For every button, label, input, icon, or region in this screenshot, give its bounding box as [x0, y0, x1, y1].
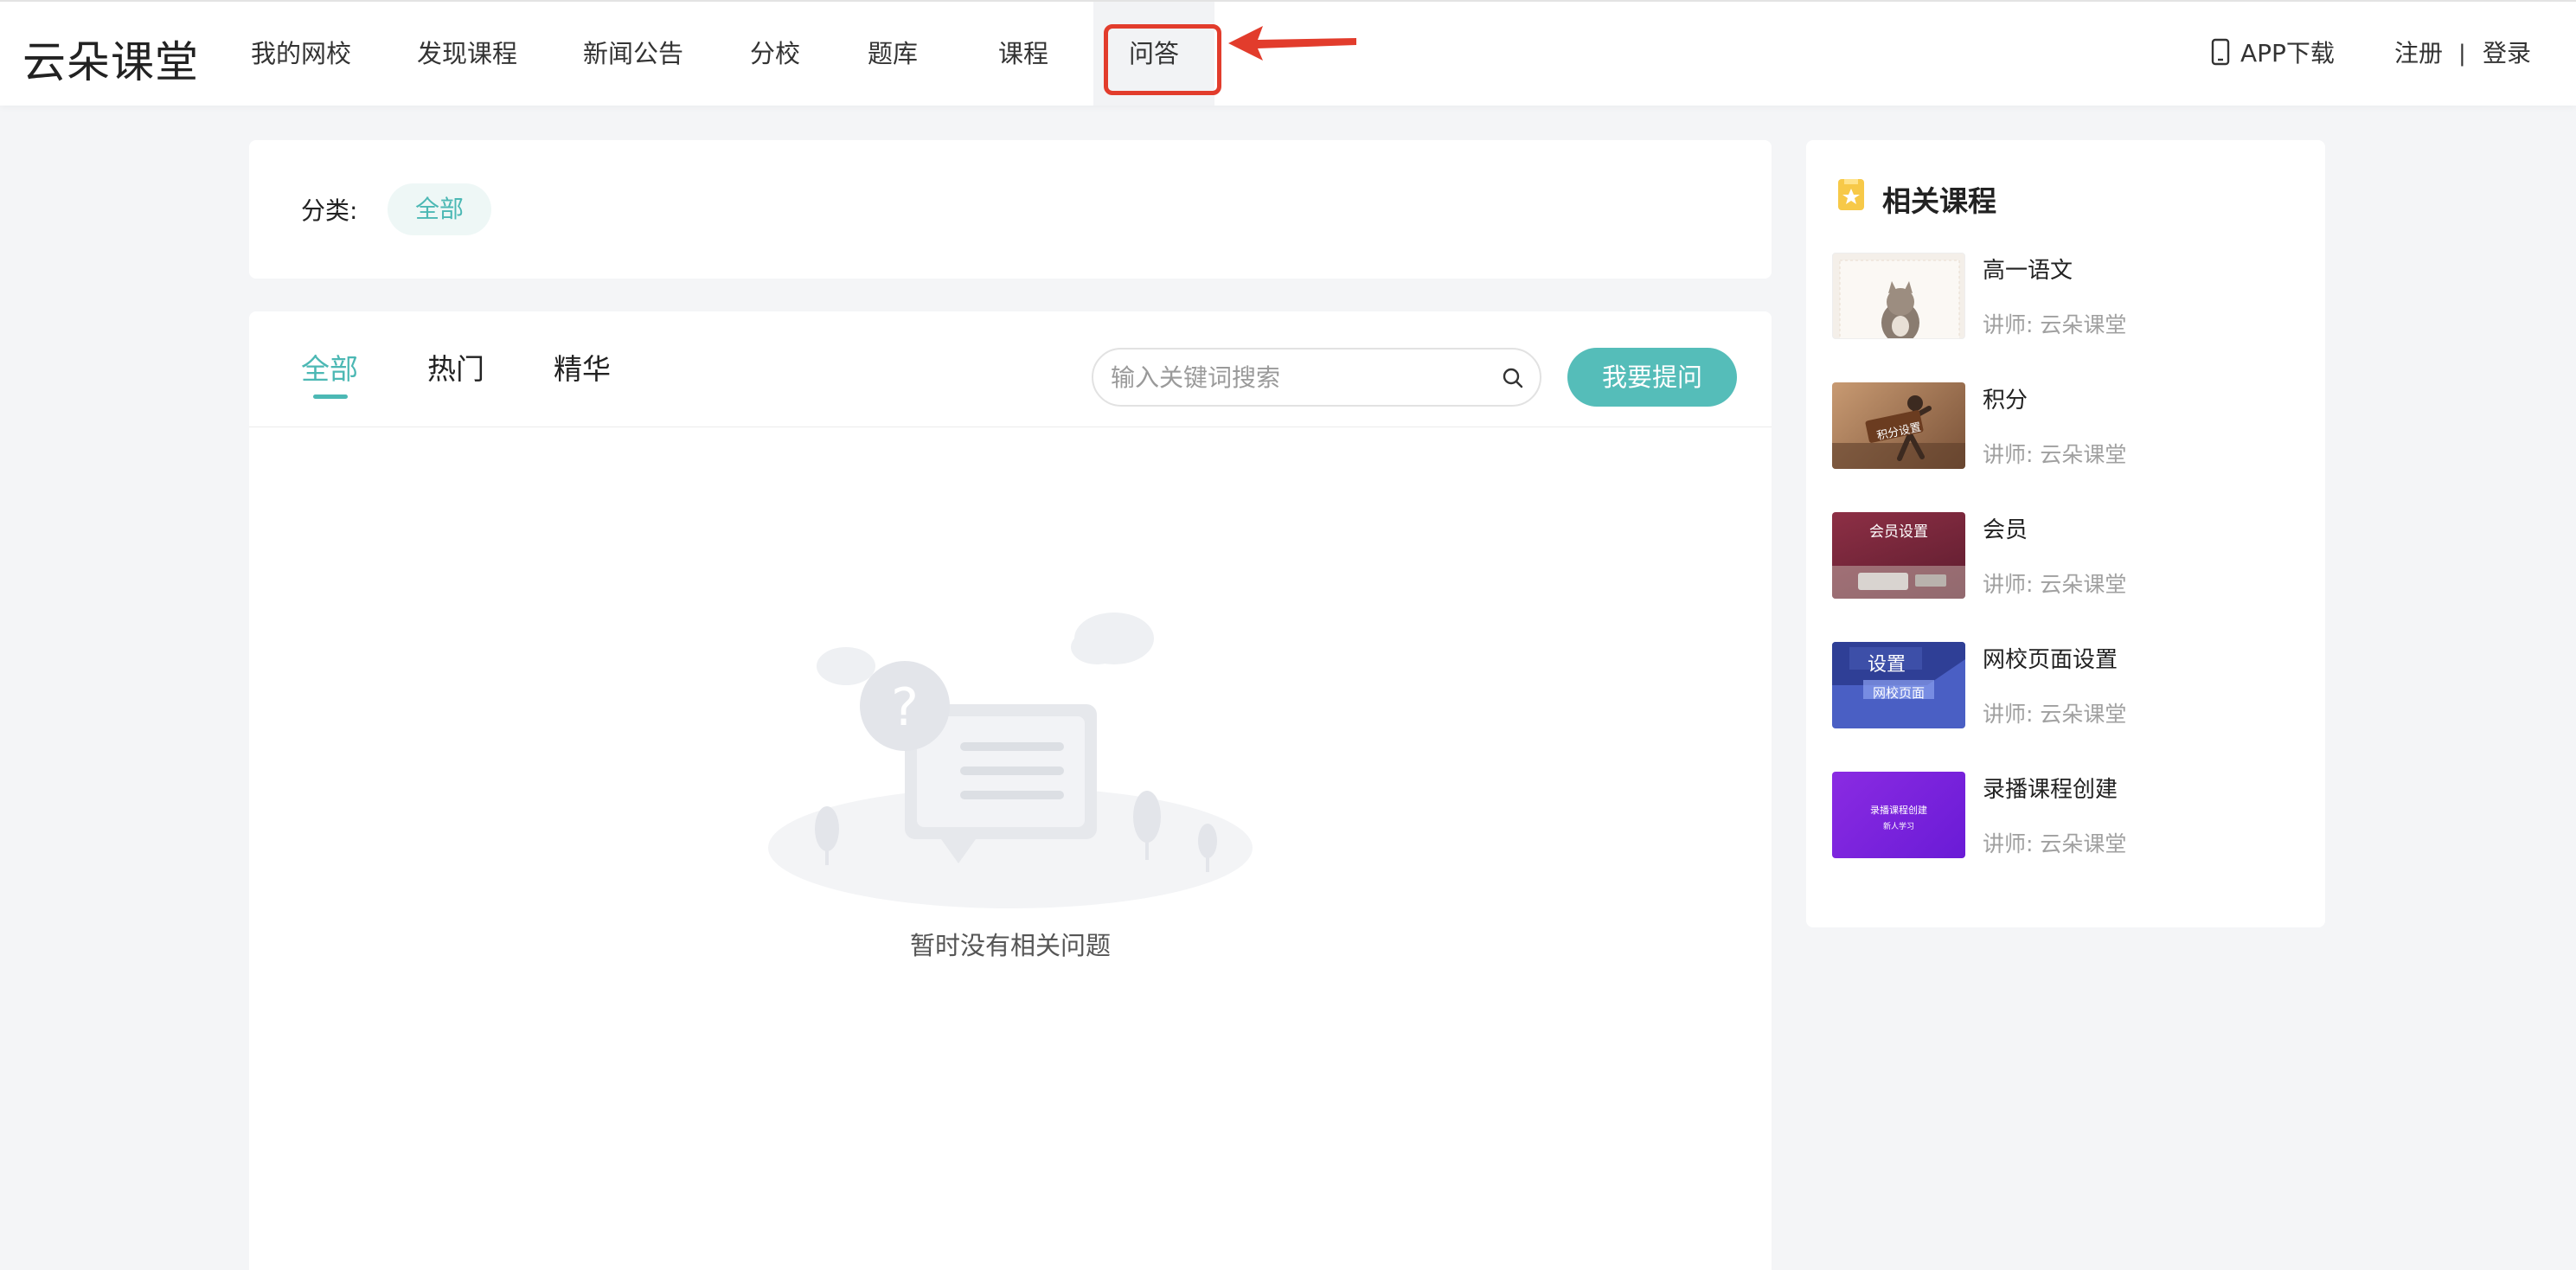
top-nav-bar: 云朵课堂 我的网校 发现课程 新闻公告 分校 题库 课程包 问答 APP下载 注… [0, 0, 2576, 172]
related-course-item[interactable]: 设置 网校页面 网校页面设置 讲师: 云朵课堂 [1832, 642, 2299, 732]
nav-item-my-school[interactable]: 我的网校 [251, 2, 351, 106]
thumbnail-caption: 录播课程创建 [1870, 805, 1927, 816]
qa-list-card: 全部 热门 精华 我要提问 ? 暂时没有相关问题 [249, 311, 1772, 1270]
register-link[interactable]: 注册 [2394, 2, 2443, 106]
related-course-item[interactable]: 积分设置 积分 讲师: 云朵课堂 [1832, 382, 2299, 472]
tab-all[interactable]: 全部 [301, 346, 358, 388]
thumbnail-caption: 设置 [1867, 654, 1906, 676]
annotation-highlight-box [1104, 24, 1221, 95]
bookmark-icon [1838, 179, 1864, 210]
auth-separator: | [2458, 41, 2466, 67]
related-courses-card: 相关课程 高一语文 讲师: 云朵课堂 积分设置 积分 讲师: 云朵课堂 会员设置… [1806, 140, 2325, 927]
annotation-arrow-icon [1228, 26, 1356, 61]
empty-state-illustration: ? [768, 613, 1253, 908]
course-thumbnail: 积分设置 [1832, 382, 1965, 469]
search-input[interactable] [1111, 350, 1483, 405]
course-title[interactable]: 会员 [1983, 512, 2028, 544]
related-course-item[interactable]: 高一语文 讲师: 云朵课堂 [1832, 253, 2299, 343]
thumbnail-caption: 会员设置 [1869, 523, 1928, 541]
course-teacher: 讲师: 云朵课堂 [1983, 442, 2127, 467]
nav-item-branch[interactable]: 分校 [749, 2, 801, 106]
cat-image-icon [1839, 260, 1960, 338]
active-tab-indicator [313, 394, 348, 399]
course-thumbnail: 录播课程创建 新人学习 [1832, 772, 1965, 858]
category-filter-card: 分类: 全部 [249, 140, 1772, 279]
nav-item-question-bank[interactable]: 题库 [865, 2, 920, 106]
course-thumbnail [1832, 253, 1965, 339]
ask-question-button[interactable]: 我要提问 [1567, 348, 1737, 407]
nav-item-course-package[interactable]: 课程包 [986, 2, 1061, 172]
course-teacher: 讲师: 云朵课堂 [1983, 572, 2127, 597]
app-download-link[interactable]: APP下载 [2211, 2, 2335, 106]
site-logo[interactable]: 云朵课堂 [22, 28, 199, 90]
tab-hot[interactable]: 热门 [427, 346, 484, 388]
course-teacher: 讲师: 云朵课堂 [1983, 702, 2127, 727]
thumbnail-subcaption: 网校页面 [1872, 685, 1925, 701]
empty-state-message: 暂时没有相关问题 [909, 931, 1111, 960]
category-label: 分类: [301, 196, 358, 225]
svg-text:?: ? [891, 677, 919, 738]
course-thumbnail: 会员设置 [1832, 512, 1965, 599]
course-title[interactable]: 高一语文 [1983, 253, 2073, 285]
course-title[interactable]: 网校页面设置 [1983, 642, 2118, 674]
search-icon[interactable] [1502, 367, 1524, 389]
qa-tabs-bar: 全部 热门 精华 我要提问 [249, 311, 1772, 427]
nav-item-discover-courses[interactable]: 发现课程 [417, 2, 517, 106]
search-box [1092, 348, 1541, 407]
phone-icon [2211, 38, 2230, 66]
category-chip-all[interactable]: 全部 [388, 183, 491, 235]
app-download-label: APP下载 [2240, 39, 2335, 67]
related-courses-title: 相关课程 [1882, 184, 1996, 218]
course-title[interactable]: 录播课程创建 [1983, 772, 2118, 804]
course-teacher: 讲师: 云朵课堂 [1983, 831, 2127, 856]
course-title[interactable]: 积分 [1983, 382, 2028, 414]
course-teacher: 讲师: 云朵课堂 [1983, 312, 2127, 337]
thumbnail-subcaption: 新人学习 [1882, 823, 1914, 831]
nav-item-news[interactable]: 新闻公告 [583, 2, 683, 106]
login-link[interactable]: 登录 [2483, 2, 2531, 106]
course-thumbnail: 设置 网校页面 [1832, 642, 1965, 728]
tab-featured[interactable]: 精华 [554, 346, 611, 388]
related-course-item[interactable]: 录播课程创建 新人学习 录播课程创建 讲师: 云朵课堂 [1832, 772, 2299, 862]
related-course-item[interactable]: 会员设置 会员 讲师: 云朵课堂 [1832, 512, 2299, 602]
